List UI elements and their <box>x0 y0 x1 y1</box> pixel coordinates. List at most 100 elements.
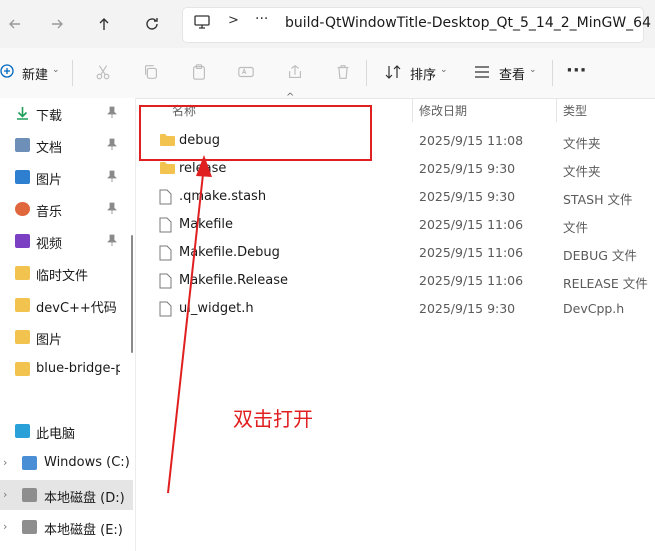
document-icon <box>15 138 30 152</box>
highlight-box <box>139 105 372 161</box>
sidebar-item-label: 文档 <box>36 141 63 156</box>
back-icon[interactable] <box>0 9 30 39</box>
sidebar-item-music[interactable]: 音乐 <box>0 194 130 224</box>
pin-icon <box>107 170 117 182</box>
sidebar-item-drive-e[interactable]: › 本地磁盘 (E:) <box>0 512 130 542</box>
sidebar-item-blue-bridge[interactable]: blue-bridge-pr <box>0 354 130 384</box>
sidebar-item-drive-c[interactable]: › Windows (C:) <box>0 448 130 478</box>
breadcrumb-current-folder[interactable]: build-QtWindowTitle-Desktop_Qt_5_14_2_Mi… <box>285 15 651 31</box>
rename-icon[interactable] <box>236 62 256 82</box>
folder-icon <box>15 298 30 312</box>
file-list: ^ 名称 修改日期 类型 debug 2025/9/15 11:08 文件夹 r… <box>140 92 655 551</box>
chevron-right-icon[interactable]: › <box>3 520 7 533</box>
file-type: 文件夹 <box>563 136 601 151</box>
chevron-down-icon[interactable]: ⌄ <box>52 65 60 75</box>
file-name[interactable]: Makefile.Release <box>179 273 288 288</box>
file-icon <box>159 217 172 237</box>
breadcrumb-ellipsis[interactable]: ··· <box>255 11 268 27</box>
file-name[interactable]: release <box>179 161 226 176</box>
chevron-right-icon[interactable]: › <box>3 488 7 501</box>
file-type: STASH 文件 <box>563 192 633 207</box>
sidebar-item-devcpp-code[interactable]: devC++代码 <box>0 290 130 320</box>
sidebar-item-pictures[interactable]: 图片 <box>0 162 130 192</box>
table-row[interactable]: ui_widget.h 2025/9/15 9:30 DevCpp.h <box>140 295 655 323</box>
file-date: 2025/9/15 9:30 <box>419 161 516 176</box>
file-name[interactable]: .qmake.stash <box>179 189 266 204</box>
computer-icon <box>15 424 30 438</box>
sidebar-item-label: 图片 <box>36 173 63 188</box>
file-icon <box>159 301 172 321</box>
pin-icon <box>107 202 117 214</box>
breadcrumb-chevron[interactable]: > <box>228 13 239 28</box>
file-date: 2025/9/15 11:06 <box>419 217 524 232</box>
folder-icon <box>15 266 30 280</box>
sidebar-item-label: 本地磁盘 (E:) <box>44 523 123 538</box>
sidebar-item-videos[interactable]: 视频 <box>0 226 130 256</box>
paste-icon[interactable] <box>189 62 209 82</box>
new-button[interactable]: 新建 <box>22 64 48 83</box>
share-icon[interactable] <box>285 62 305 82</box>
table-row[interactable]: .qmake.stash 2025/9/15 9:30 STASH 文件 <box>140 183 655 211</box>
drive-icon <box>22 488 37 502</box>
annotation-label: 双击打开 <box>233 407 313 431</box>
sidebar-item-documents[interactable]: 文档 <box>0 130 130 160</box>
sidebar-item-downloads[interactable]: 下载 <box>0 98 130 128</box>
folder-icon <box>15 362 30 376</box>
sidebar-item-label: 音乐 <box>36 205 63 220</box>
column-header-date[interactable]: 修改日期 <box>419 102 467 119</box>
column-divider[interactable] <box>412 98 413 122</box>
view-icon[interactable] <box>474 65 490 79</box>
chevron-down-icon[interactable]: ⌄ <box>529 65 537 75</box>
delete-icon[interactable] <box>333 62 353 82</box>
sidebar-item-label: Windows (C:) <box>44 455 130 470</box>
command-toolbar: 新建 ⌄ 排序 ⌄ 查看 ⌄ ··· <box>0 48 655 99</box>
toolbar-divider <box>366 60 367 86</box>
toolbar-divider <box>552 60 553 86</box>
refresh-icon[interactable] <box>137 9 167 39</box>
new-plus-icon[interactable] <box>0 64 14 78</box>
chevron-right-icon[interactable]: › <box>3 456 7 469</box>
pictures-icon <box>15 170 30 184</box>
up-icon[interactable] <box>89 9 119 39</box>
sidebar-scrollbar[interactable] <box>131 235 133 353</box>
forward-icon[interactable] <box>42 9 72 39</box>
view-button[interactable]: 查看 <box>499 64 525 83</box>
sidebar-item-this-pc[interactable]: 此电脑 <box>0 416 130 446</box>
sort-icon[interactable] <box>385 64 401 80</box>
sort-button[interactable]: 排序 <box>410 64 436 83</box>
copy-icon[interactable] <box>141 62 161 82</box>
file-type: DevCpp.h <box>563 301 625 316</box>
sidebar-item-label: 视频 <box>36 237 63 252</box>
table-row[interactable]: Makefile 2025/9/15 11:06 文件 <box>140 211 655 239</box>
file-type: RELEASE 文件 <box>563 276 648 291</box>
cut-icon[interactable] <box>93 62 113 82</box>
sidebar-item-label: 临时文件 <box>36 269 89 284</box>
file-date: 2025/9/15 9:30 <box>419 189 516 204</box>
chevron-down-icon[interactable]: ⌄ <box>440 65 448 75</box>
file-name[interactable]: ui_widget.h <box>179 301 254 316</box>
table-row[interactable]: Makefile.Release 2025/9/15 11:06 RELEASE… <box>140 267 655 295</box>
navigation-pane: 下载 文档 图片 音乐 视频 临时文件 devC++代码 图片 blue-bri… <box>0 98 136 551</box>
sidebar-item-label: devC++代码 <box>36 301 117 316</box>
file-name[interactable]: Makefile <box>179 217 233 232</box>
more-options-button[interactable]: ··· <box>566 60 587 81</box>
column-divider[interactable] <box>556 98 557 122</box>
file-icon <box>159 273 172 293</box>
file-date: 2025/9/15 11:06 <box>419 273 524 288</box>
drive-icon <box>22 520 37 534</box>
sidebar-item-label: 下载 <box>36 109 63 124</box>
column-header-type[interactable]: 类型 <box>563 102 587 119</box>
sidebar-item-temp-files[interactable]: 临时文件 <box>0 258 130 288</box>
pin-icon <box>107 138 117 150</box>
pin-icon <box>107 234 117 246</box>
table-row[interactable]: Makefile.Debug 2025/9/15 11:06 DEBUG 文件 <box>140 239 655 267</box>
pin-icon <box>107 106 117 118</box>
sort-ascending-icon: ^ <box>286 92 295 103</box>
sidebar-item-label: 本地磁盘 (D:) <box>44 491 125 506</box>
music-icon <box>15 202 30 216</box>
sidebar-item-pictures-folder[interactable]: 图片 <box>0 322 130 352</box>
navigation-bar: > ··· build-QtWindowTitle-Desktop_Qt_5_1… <box>0 0 655 48</box>
sidebar-item-label: blue-bridge-pr <box>36 361 120 376</box>
file-name[interactable]: Makefile.Debug <box>179 245 280 260</box>
sidebar-item-drive-d[interactable]: › 本地磁盘 (D:) <box>0 480 133 510</box>
